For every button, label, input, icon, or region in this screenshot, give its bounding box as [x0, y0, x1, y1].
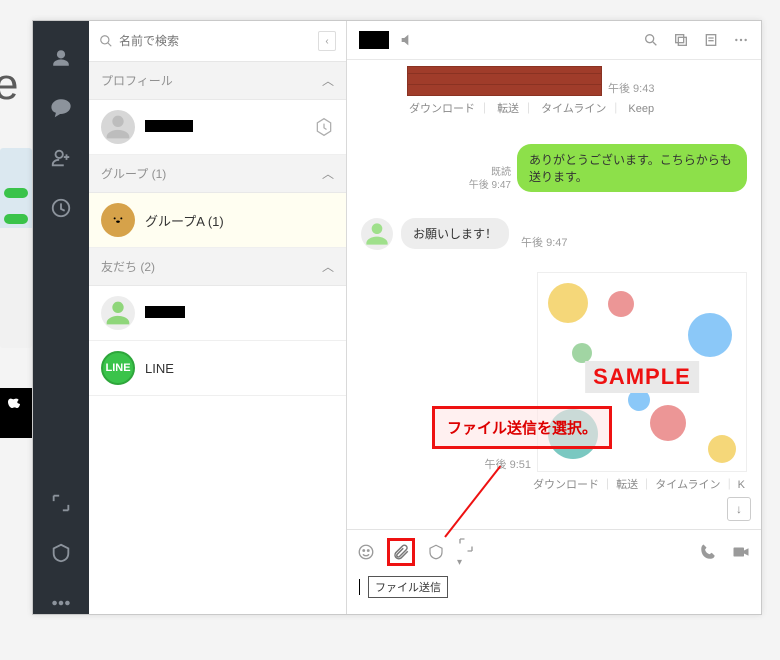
profile-name — [145, 120, 304, 135]
timeline-link[interactable]: タイムライン — [539, 103, 608, 115]
annotation-callout: ファイル送信を選択。 — [432, 406, 612, 449]
section-label: 友だち (2) — [101, 258, 155, 275]
speaker-icon[interactable] — [399, 32, 415, 48]
outgoing-message: 既読 午後 9:47 ありがとうございます。こちらからも送ります。 — [361, 144, 747, 192]
timestamp: 午後 9:47 — [521, 234, 567, 250]
download-link[interactable]: ダウンロード — [407, 103, 477, 115]
chevron-up-icon: ︿ — [322, 165, 334, 182]
scroll-down-button[interactable]: ↓ — [727, 497, 751, 521]
keep-icon[interactable] — [50, 542, 72, 564]
text-cursor — [359, 579, 360, 595]
add-friend-icon[interactable] — [50, 147, 72, 169]
collapse-toggle[interactable]: ‹ — [318, 31, 336, 51]
chevron-up-icon: ︿ — [322, 258, 334, 275]
section-label: グループ (1) — [101, 165, 166, 182]
keep-link[interactable]: K — [738, 479, 745, 491]
search-bar: ‹ — [89, 21, 346, 62]
chat-pane: 午後 9:43 ダウンロード｜ 転送｜ タイムライン｜ Keep 既読 午後 9… — [347, 21, 761, 614]
video-call-icon[interactable] — [731, 543, 751, 561]
forward-link[interactable]: 転送 — [495, 103, 521, 115]
window-copy-icon[interactable] — [673, 32, 689, 48]
message-actions: ダウンロード｜ 転送｜ タイムライン｜ Keep — [407, 100, 747, 116]
friend-name: LINE — [145, 361, 334, 376]
keep-hex-icon[interactable] — [314, 117, 334, 137]
timestamp: 午後 9:51 — [485, 456, 531, 472]
avatar — [101, 203, 135, 237]
contact-list: ‹ プロフィール ︿ グループ (1) ︿ グループA (1) 友だち (2) — [89, 21, 347, 614]
call-icon[interactable] — [699, 543, 717, 561]
input-toolbar: ▾ — [347, 529, 761, 572]
search-input[interactable] — [119, 34, 312, 48]
message-bubble[interactable]: ありがとうございます。こちらからも送ります。 — [517, 144, 747, 192]
sample-label: SAMPLE — [585, 361, 699, 393]
group-row[interactable]: グループA (1) — [89, 193, 346, 248]
more-icon[interactable] — [50, 592, 72, 614]
avatar — [101, 110, 135, 144]
capture-crop-icon[interactable]: ▾ — [457, 536, 475, 568]
friends-icon[interactable] — [50, 47, 72, 69]
friend-row[interactable]: LINE LINE — [89, 341, 346, 396]
search-icon — [99, 34, 113, 48]
timestamp: 午後 9:43 — [608, 80, 654, 96]
incoming-message: お願いします！ 午後 9:47 — [361, 218, 747, 250]
message-bubble[interactable]: お願いします！ — [401, 218, 509, 249]
avatar: LINE — [101, 351, 135, 385]
section-friends[interactable]: 友だち (2) ︿ — [89, 248, 346, 286]
read-label: 既読 — [469, 166, 511, 179]
section-profile[interactable]: プロフィール ︿ — [89, 62, 346, 100]
avatar — [101, 296, 135, 330]
chevron-up-icon: ︿ — [322, 72, 334, 89]
keep-link[interactable]: Keep — [626, 103, 656, 115]
tooltip: ファイル送信 — [368, 576, 448, 598]
chat-icon[interactable] — [50, 97, 72, 119]
section-groups[interactable]: グループ (1) ︿ — [89, 155, 346, 193]
avatar — [361, 218, 393, 250]
capture-icon[interactable] — [50, 492, 72, 514]
keep-send-icon[interactable] — [427, 543, 445, 561]
forward-link[interactable]: 転送 — [616, 479, 638, 491]
menu-dots-icon[interactable] — [733, 32, 749, 48]
search-chat-icon[interactable] — [643, 32, 659, 48]
message-actions: ダウンロード ｜ 転送 ｜ タイムライン ｜ K — [361, 476, 747, 492]
chat-header — [347, 21, 761, 60]
friend-row[interactable] — [89, 286, 346, 341]
app-window: ‹ プロフィール ︿ グループ (1) ︿ グループA (1) 友だち (2) — [32, 20, 762, 615]
group-name: グループA (1) — [145, 211, 334, 230]
note-icon[interactable] — [703, 32, 719, 48]
messages: 午後 9:43 ダウンロード｜ 転送｜ タイムライン｜ Keep 既読 午後 9… — [347, 60, 761, 529]
section-label: プロフィール — [101, 72, 173, 89]
timeline-link[interactable]: タイムライン — [655, 479, 720, 491]
profile-row[interactable] — [89, 100, 346, 155]
timestamp: 午後 9:47 — [469, 179, 511, 192]
text-input-area[interactable]: ファイル送信 — [347, 572, 761, 614]
attach-file-button[interactable] — [387, 538, 415, 566]
nav-rail — [33, 21, 89, 614]
download-link[interactable]: ダウンロード — [533, 479, 599, 491]
emoji-icon[interactable] — [357, 543, 375, 561]
chat-title — [359, 31, 389, 49]
friend-name — [145, 306, 334, 321]
image-message[interactable] — [407, 66, 602, 96]
timeline-icon[interactable] — [50, 197, 72, 219]
